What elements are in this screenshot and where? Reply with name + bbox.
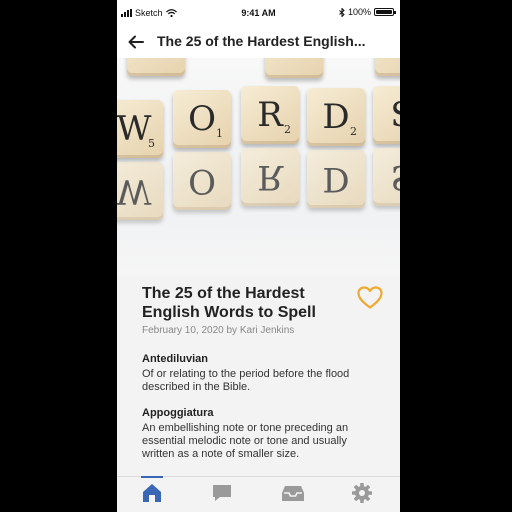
home-icon <box>143 484 161 502</box>
gear-icon <box>352 483 372 503</box>
tab-inbox[interactable] <box>257 477 327 508</box>
tile-o: O1 <box>173 90 231 148</box>
article-content: The 25 of the Hardest English Words to S… <box>117 276 400 476</box>
tile-s-reflection: S <box>373 148 400 206</box>
tile-top-center <box>265 58 323 78</box>
tile-d: D2 <box>307 88 365 146</box>
tile-o-reflection: O <box>173 152 231 210</box>
battery-level <box>376 10 392 14</box>
hero-image-words-tiles: W5 O1 R2 D2 S W O R D S <box>117 58 400 276</box>
tab-settings[interactable] <box>327 477 397 508</box>
tile-top-right <box>375 58 400 76</box>
bluetooth-icon <box>339 7 345 17</box>
tab-bar <box>117 476 400 508</box>
tile-w: W5 <box>117 100 163 158</box>
phone-screen: Sketch 9:41 AM 100% The 25 of the Hardes… <box>117 0 400 512</box>
inbox-icon <box>282 486 304 501</box>
entry-definition: Of or relating to the period before the … <box>142 368 350 393</box>
status-bar: Sketch 9:41 AM 100% <box>117 0 400 26</box>
nav-bar: The 25 of the Hardest English... <box>117 26 400 58</box>
tile-r: R2 <box>241 86 299 144</box>
favorite-heart-icon[interactable] <box>357 286 383 310</box>
chat-icon <box>213 485 231 501</box>
tile-r-reflection: R <box>241 148 299 206</box>
tile-s: S <box>373 86 400 144</box>
back-arrow-icon[interactable] <box>127 33 145 51</box>
entry-term: Appoggiatura <box>142 407 214 419</box>
article-title: The 25 of the Hardest English Words to S… <box>142 285 316 321</box>
battery-percent: 100% <box>347 7 371 17</box>
tile-w-reflection: W <box>117 162 163 220</box>
article-meta: February 10, 2020 by Kari Jenkins <box>142 325 295 336</box>
tile-top-left <box>127 58 185 76</box>
tile-d-reflection: D <box>307 150 365 208</box>
page-title: The 25 of the Hardest English... <box>157 33 366 49</box>
entry-term: Antediluvian <box>142 353 209 365</box>
status-right: 100% <box>339 7 396 17</box>
battery-icon <box>374 8 396 16</box>
tab-messages[interactable] <box>187 477 257 508</box>
tab-home[interactable] <box>117 476 187 508</box>
entry-definition: An embellishing note or tone preceding a… <box>142 422 349 460</box>
